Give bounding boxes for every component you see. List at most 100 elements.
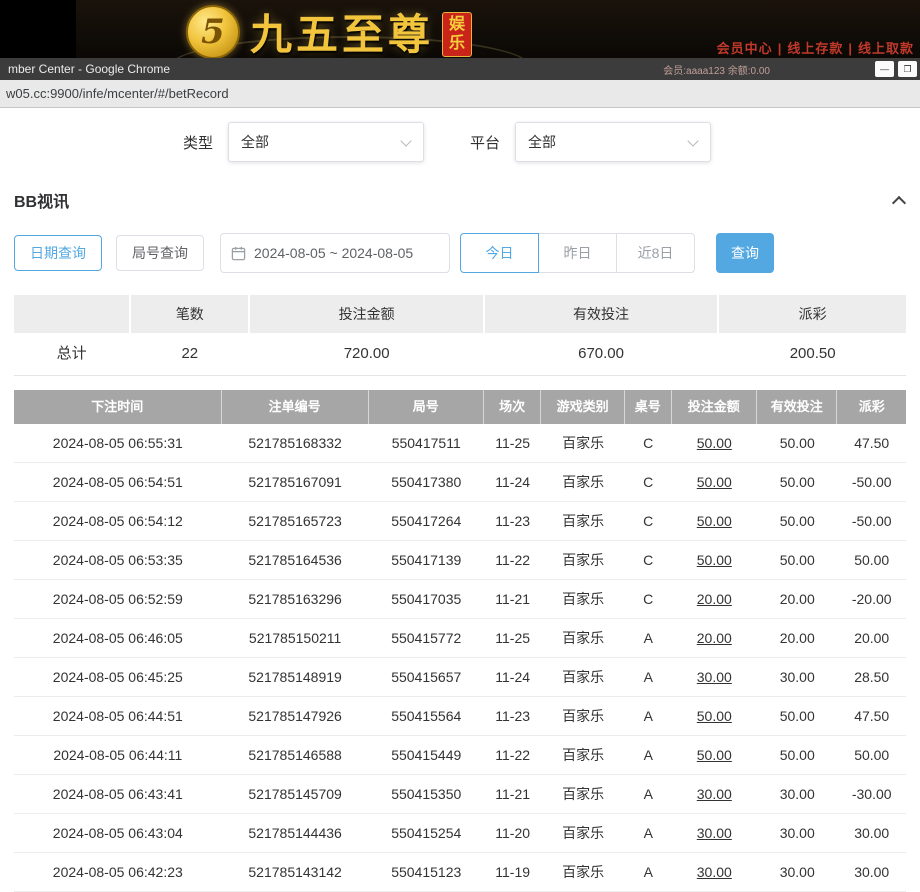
- cell-session: 11-25: [484, 424, 542, 462]
- cell-bet-time: 2024-08-05 06:54:51: [14, 463, 222, 501]
- bet-amount-link[interactable]: 50.00: [672, 463, 757, 501]
- cell-valid-bet: 30.00: [757, 814, 837, 852]
- nav-separator: |: [778, 41, 783, 56]
- header-bet-time: 下注时间: [14, 390, 222, 424]
- table-row: 2024-08-05 06:44:11521785146588550415449…: [14, 736, 906, 775]
- cell-game-type: 百家乐: [541, 697, 624, 735]
- address-bar[interactable]: w05.cc:9900/infe/mcenter/#/betRecord: [0, 80, 920, 108]
- nav-separator: |: [848, 41, 853, 56]
- cell-round-number: 550415449: [369, 736, 484, 774]
- today-button[interactable]: 今日: [460, 233, 539, 273]
- table-row: 2024-08-05 06:52:59521785163296550417035…: [14, 580, 906, 619]
- cell-bet-time: 2024-08-05 06:43:04: [14, 814, 222, 852]
- member-info-text: 会员:aaaa123 余额:0.00: [663, 62, 770, 77]
- round-query-button[interactable]: 局号查询: [116, 235, 204, 271]
- cell-order-number: 521785146588: [222, 736, 369, 774]
- table-row: 2024-08-05 06:54:51521785167091550417380…: [14, 463, 906, 502]
- bet-amount-link[interactable]: 30.00: [672, 814, 757, 852]
- table-row: 2024-08-05 06:53:35521785164536550417139…: [14, 541, 906, 580]
- minimize-button[interactable]: —: [875, 61, 894, 77]
- maximize-button[interactable]: ❐: [898, 61, 917, 77]
- collapse-chevron-up-icon[interactable]: [892, 195, 906, 209]
- bet-amount-link[interactable]: 30.00: [672, 658, 757, 696]
- cell-order-number: 521785168332: [222, 424, 369, 462]
- cell-order-number: 521785164536: [222, 541, 369, 579]
- site-header: 5 九五至尊 娱 乐 会员中心 | 线上存款 | 线上取款: [0, 0, 920, 58]
- cell-valid-bet: 20.00: [757, 580, 837, 618]
- bet-amount-link[interactable]: 20.00: [672, 619, 757, 657]
- summary-header-blank: [14, 295, 129, 333]
- cell-game-type: 百家乐: [541, 736, 624, 774]
- cell-session: 11-21: [484, 580, 542, 618]
- cell-table-number: C: [625, 463, 672, 501]
- cell-bet-time: 2024-08-05 06:45:25: [14, 658, 222, 696]
- cell-table-number: A: [625, 658, 672, 696]
- summary-table: 笔数 投注金额 有效投注 派彩 总计 22 720.00 670.00 200.…: [14, 295, 906, 376]
- cell-payout: -30.00: [837, 775, 906, 813]
- table-row: 2024-08-05 06:55:31521785168332550417511…: [14, 424, 906, 463]
- cell-game-type: 百家乐: [541, 853, 624, 891]
- bet-amount-link[interactable]: 30.00: [672, 853, 757, 891]
- cell-game-type: 百家乐: [541, 541, 624, 579]
- section-header: BB视讯: [14, 188, 904, 212]
- bet-record-table: 下注时间 注单编号 局号 场次 游戏类别 桌号 投注金额 有效投注 派彩 202…: [14, 390, 906, 892]
- cell-payout: 50.00: [837, 736, 906, 774]
- summary-header-valid-bet: 有效投注: [485, 295, 717, 333]
- platform-select[interactable]: 全部: [515, 122, 711, 162]
- bet-amount-link[interactable]: 50.00: [672, 541, 757, 579]
- bet-amount-link[interactable]: 50.00: [672, 502, 757, 540]
- bet-amount-link[interactable]: 50.00: [672, 697, 757, 735]
- cell-order-number: 521785144436: [222, 814, 369, 852]
- search-button[interactable]: 查询: [716, 233, 774, 273]
- nav-online-withdraw[interactable]: 线上取款: [858, 41, 914, 56]
- cell-game-type: 百家乐: [541, 580, 624, 618]
- summary-total-valid-bet: 670.00: [485, 333, 717, 375]
- cell-table-number: A: [625, 736, 672, 774]
- header-payout: 派彩: [837, 390, 906, 424]
- cell-valid-bet: 50.00: [757, 463, 837, 501]
- site-logo: 5 九五至尊 娱 乐: [186, 1, 472, 58]
- bet-amount-link[interactable]: 20.00: [672, 580, 757, 618]
- window-title: mber Center - Google Chrome: [8, 62, 170, 76]
- logo-text: 九五至尊: [250, 1, 434, 58]
- date-query-button[interactable]: 日期查询: [14, 235, 102, 271]
- cell-table-number: C: [625, 541, 672, 579]
- summary-total-row: 总计 22 720.00 670.00 200.50: [14, 333, 906, 376]
- chevron-down-icon: [687, 135, 698, 146]
- cell-table-number: A: [625, 814, 672, 852]
- cell-payout: -50.00: [837, 463, 906, 501]
- header-round-number: 局号: [369, 390, 484, 424]
- table-row: 2024-08-05 06:43:04521785144436550415254…: [14, 814, 906, 853]
- bet-table-header: 下注时间 注单编号 局号 场次 游戏类别 桌号 投注金额 有效投注 派彩: [14, 390, 906, 424]
- nav-online-deposit[interactable]: 线上存款: [787, 41, 843, 56]
- bet-table-body: 2024-08-05 06:55:31521785168332550417511…: [14, 424, 906, 892]
- cell-valid-bet: 50.00: [757, 697, 837, 735]
- type-select-value: 全部: [241, 132, 269, 152]
- table-row: 2024-08-05 06:42:23521785143142550415123…: [14, 853, 906, 892]
- type-select[interactable]: 全部: [228, 122, 424, 162]
- nav-member-center[interactable]: 会员中心: [717, 41, 773, 56]
- cell-round-number: 550417511: [369, 424, 484, 462]
- cell-round-number: 550415657: [369, 658, 484, 696]
- cell-valid-bet: 50.00: [757, 736, 837, 774]
- cell-game-type: 百家乐: [541, 814, 624, 852]
- table-row: 2024-08-05 06:44:51521785147926550415564…: [14, 697, 906, 736]
- bet-amount-link[interactable]: 30.00: [672, 775, 757, 813]
- cell-payout: 50.00: [837, 541, 906, 579]
- cell-table-number: A: [625, 619, 672, 657]
- last-8-days-button[interactable]: 近8日: [616, 233, 695, 273]
- yesterday-button[interactable]: 昨日: [538, 233, 617, 273]
- cell-game-type: 百家乐: [541, 775, 624, 813]
- cell-round-number: 550417380: [369, 463, 484, 501]
- cell-valid-bet: 50.00: [757, 502, 837, 540]
- bet-amount-link[interactable]: 50.00: [672, 736, 757, 774]
- top-nav: 会员中心 | 线上存款 | 线上取款: [717, 38, 914, 57]
- cell-session: 11-24: [484, 658, 542, 696]
- cell-table-number: C: [625, 424, 672, 462]
- summary-total-payout: 200.50: [719, 333, 906, 375]
- summary-header-count: 笔数: [131, 295, 248, 333]
- date-range-value: 2024-08-05 ~ 2024-08-05: [254, 245, 413, 261]
- date-range-input[interactable]: 2024-08-05 ~ 2024-08-05: [220, 233, 450, 273]
- cell-payout: -20.00: [837, 580, 906, 618]
- bet-amount-link[interactable]: 50.00: [672, 424, 757, 462]
